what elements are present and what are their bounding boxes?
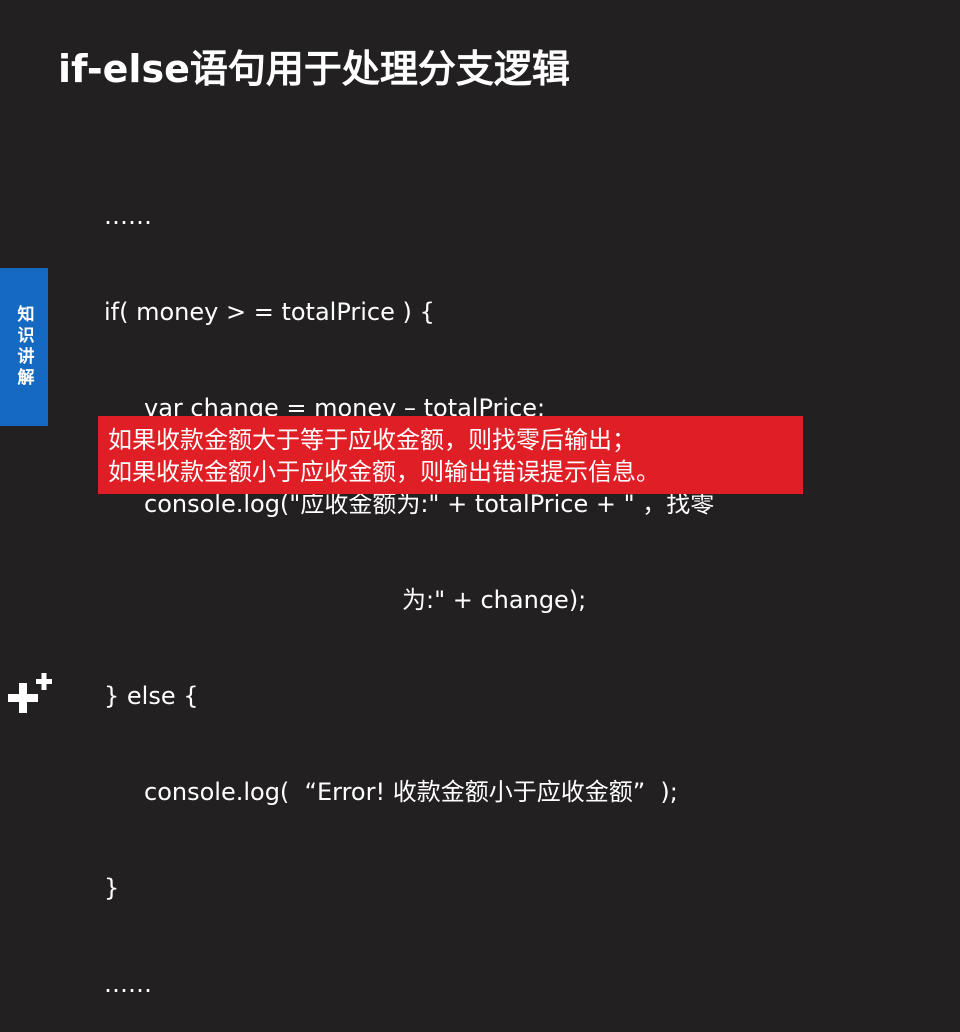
- code-line: console.log( “Error! 收款金额小于应收金额” );: [144, 778, 678, 806]
- note-line: 如果收款金额大于等于应收金额，则找零后输出；: [108, 426, 636, 454]
- code-line: ……: [104, 970, 152, 998]
- code-line: 为:" + change);: [402, 586, 587, 614]
- note-line: 如果收款金额小于应收金额，则输出错误提示信息。: [108, 458, 660, 486]
- note-box: 如果收款金额大于等于应收金额，则找零后输出； 如果收款金额小于应收金额，则输出错…: [98, 416, 803, 494]
- slide-title: if-else语句用于处理分支逻辑: [58, 47, 570, 91]
- plus-logo-icon: [8, 673, 52, 713]
- code-line: } else {: [104, 682, 199, 710]
- code-block: …… if( money > = totalPrice ) { var chan…: [104, 136, 714, 1032]
- code-line: if( money > = totalPrice ) {: [104, 298, 435, 326]
- side-tab: 知识讲解: [0, 268, 48, 426]
- code-line: ……: [104, 202, 152, 230]
- side-tab-label: 知识讲解: [13, 305, 34, 389]
- code-line: }: [104, 874, 120, 902]
